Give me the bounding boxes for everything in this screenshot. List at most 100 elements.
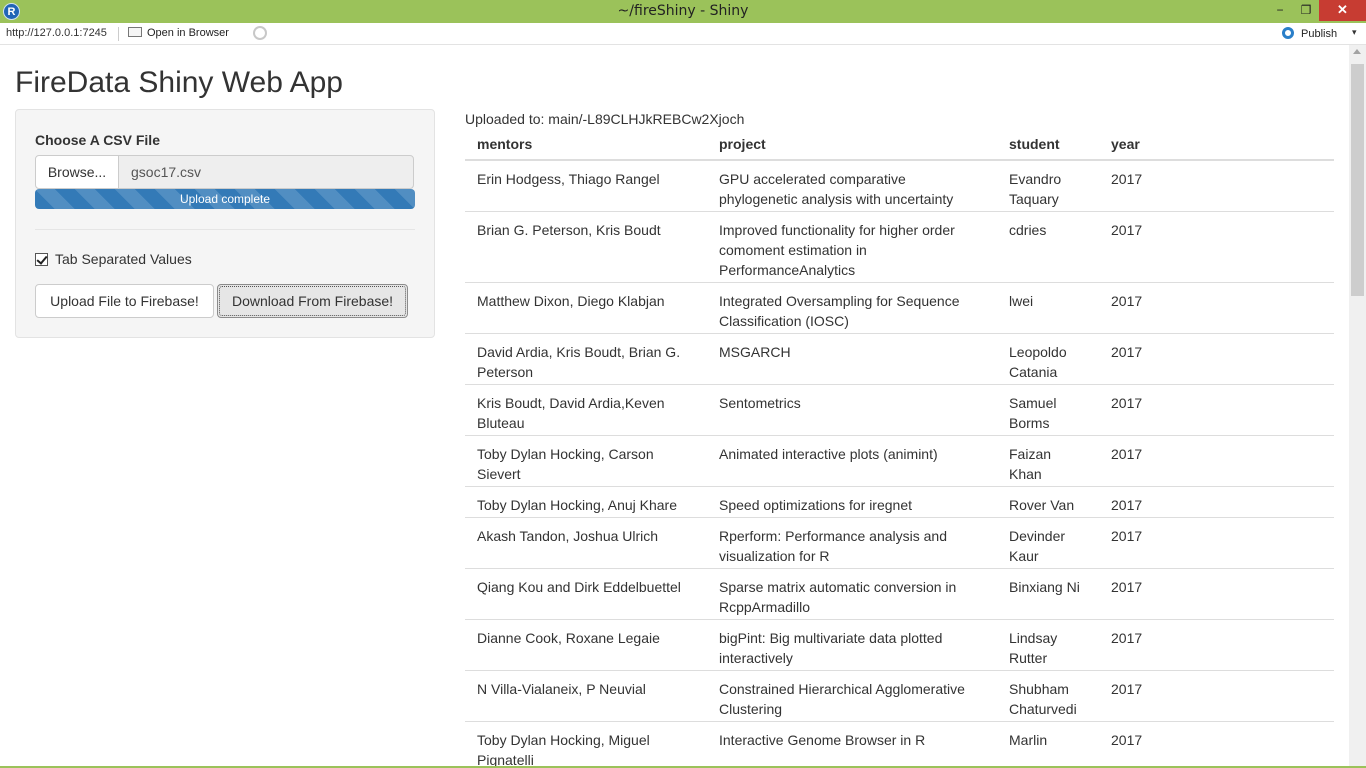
tab-separated-checkbox-row[interactable]: Tab Separated Values bbox=[35, 251, 192, 267]
mentors-cell: Toby Dylan Hocking, Carson Sievert bbox=[465, 435, 707, 487]
mentors-cell: Erin Hodgess, Thiago Rangel bbox=[465, 159, 707, 212]
year-cell: 2017 bbox=[1099, 619, 1334, 671]
table-row: Matthew Dixon, Diego Klabjan Integrated O… bbox=[465, 282, 1334, 334]
viewer-toolbar: http://127.0.0.1:7245 Open in Browser Pu… bbox=[0, 23, 1366, 45]
table-row: Brian G. Peterson, Kris Boudt Improved fu… bbox=[465, 211, 1334, 283]
close-icon[interactable]: ✕ bbox=[1319, 0, 1366, 21]
project-cell: GPU accelerated comparative phylogenetic… bbox=[707, 159, 997, 212]
vertical-scrollbar[interactable] bbox=[1349, 45, 1366, 766]
year-cell: 2017 bbox=[1099, 435, 1334, 487]
tab-separated-checkbox[interactable] bbox=[35, 253, 48, 266]
student-cell: lwei bbox=[997, 282, 1099, 334]
publish-label: Publish bbox=[1301, 28, 1338, 40]
project-cell: Interactive Genome Browser in R bbox=[707, 721, 997, 766]
mentors-cell: Akash Tandon, Joshua Ulrich bbox=[465, 517, 707, 569]
mentors-cell: Qiang Kou and Dirk Eddelbuettel bbox=[465, 568, 707, 620]
project-cell: bigPint: Big multivariate data plotted i… bbox=[707, 619, 997, 671]
app-viewport: FireData Shiny Web App Choose A CSV File… bbox=[0, 45, 1366, 766]
student-cell: Marlin bbox=[997, 721, 1099, 766]
open-in-browser-button[interactable]: Open in Browser bbox=[128, 27, 229, 39]
column-header-project[interactable]: project bbox=[707, 131, 997, 161]
mentors-cell: David Ardia, Kris Boudt, Brian G. Peters… bbox=[465, 333, 707, 385]
student-cell: Evandro Taquary bbox=[997, 159, 1099, 212]
table-row: Toby Dylan Hocking, Anuj Khare Speed opti… bbox=[465, 486, 1334, 518]
table-body: Erin Hodgess, Thiago Rangel GPU accelerat… bbox=[465, 159, 1334, 766]
table-row: N Villa-Vialaneix, P Neuvial Constrained … bbox=[465, 670, 1334, 722]
tab-separated-label: Tab Separated Values bbox=[55, 251, 192, 267]
project-cell: Sparse matrix automatic conversion in Rc… bbox=[707, 568, 997, 620]
publish-dropdown-chevron-icon[interactable]: ▾ bbox=[1352, 27, 1357, 38]
year-cell: 2017 bbox=[1099, 670, 1334, 722]
browse-button[interactable]: Browse... bbox=[35, 155, 119, 189]
student-cell: Samuel Borms bbox=[997, 384, 1099, 436]
table-row: Akash Tandon, Joshua Ulrich Rperform: Per… bbox=[465, 517, 1334, 569]
table-row: Kris Boudt, David Ardia,Keven Bluteau Sen… bbox=[465, 384, 1334, 436]
mentors-cell: N Villa-Vialaneix, P Neuvial bbox=[465, 670, 707, 722]
sidebar-divider bbox=[35, 229, 415, 230]
student-cell: Rover Van bbox=[997, 486, 1099, 518]
open-in-browser-label: Open in Browser bbox=[147, 27, 229, 39]
year-cell: 2017 bbox=[1099, 568, 1334, 620]
project-cell: Integrated Oversampling for Sequence Cla… bbox=[707, 282, 997, 334]
upload-status-text: Uploaded to: main/-L89CLHJkREBCw2Xjoch bbox=[465, 111, 745, 127]
toolbar-divider bbox=[118, 27, 119, 41]
student-cell: Binxiang Ni bbox=[997, 568, 1099, 620]
year-cell: 2017 bbox=[1099, 384, 1334, 436]
mentors-cell: Kris Boudt, David Ardia,Keven Bluteau bbox=[465, 384, 707, 436]
table-row: Dianne Cook, Roxane Legaie bigPint: Big m… bbox=[465, 619, 1334, 671]
year-cell: 2017 bbox=[1099, 721, 1334, 766]
file-name-field[interactable]: gsoc17.csv bbox=[118, 155, 414, 189]
upload-to-firebase-button[interactable]: Upload File to Firebase! bbox=[35, 284, 214, 318]
student-cell: Devinder Kaur bbox=[997, 517, 1099, 569]
refresh-icon[interactable] bbox=[253, 26, 267, 40]
mentors-cell: Toby Dylan Hocking, Miguel Pignatelli bbox=[465, 721, 707, 766]
table-header-row: mentors project student year bbox=[465, 131, 1334, 161]
mentors-cell: Toby Dylan Hocking, Anuj Khare bbox=[465, 486, 707, 518]
project-cell: Speed optimizations for iregnet bbox=[707, 486, 997, 518]
project-cell: MSGARCH bbox=[707, 333, 997, 385]
project-cell: Constrained Hierarchical Agglomerative C… bbox=[707, 670, 997, 722]
table-row: Erin Hodgess, Thiago Rangel GPU accelerat… bbox=[465, 159, 1334, 212]
window-title-bar: R ~/fireShiny - Shiny − ❐ ✕ bbox=[0, 0, 1366, 23]
download-from-firebase-button[interactable]: Download From Firebase! bbox=[217, 284, 408, 318]
minimize-icon[interactable]: − bbox=[1267, 0, 1293, 21]
upload-progress-bar: Upload complete bbox=[35, 189, 415, 209]
sidebar-panel: Choose A CSV File Browse... gsoc17.csv U… bbox=[15, 109, 435, 338]
table-row: Qiang Kou and Dirk Eddelbuettel Sparse ma… bbox=[465, 568, 1334, 620]
column-header-year[interactable]: year bbox=[1099, 131, 1334, 161]
project-cell: Rperform: Performance analysis and visua… bbox=[707, 517, 997, 569]
student-cell: Lindsay Rutter bbox=[997, 619, 1099, 671]
column-header-mentors[interactable]: mentors bbox=[465, 131, 707, 161]
browser-window-icon bbox=[128, 27, 142, 37]
page-title: FireData Shiny Web App bbox=[15, 66, 343, 99]
year-cell: 2017 bbox=[1099, 159, 1334, 212]
project-cell: Sentometrics bbox=[707, 384, 997, 436]
project-cell: Animated interactive plots (animint) bbox=[707, 435, 997, 487]
year-cell: 2017 bbox=[1099, 211, 1334, 283]
year-cell: 2017 bbox=[1099, 517, 1334, 569]
table-row: Toby Dylan Hocking, Miguel Pignatelli Int… bbox=[465, 721, 1334, 766]
year-cell: 2017 bbox=[1099, 333, 1334, 385]
year-cell: 2017 bbox=[1099, 486, 1334, 518]
year-cell: 2017 bbox=[1099, 282, 1334, 334]
publish-icon bbox=[1282, 27, 1296, 39]
student-cell: Leopoldo Catania bbox=[997, 333, 1099, 385]
mentors-cell: Brian G. Peterson, Kris Boudt bbox=[465, 211, 707, 283]
student-cell: Shubham Chaturvedi bbox=[997, 670, 1099, 722]
publish-button[interactable]: Publish bbox=[1282, 27, 1337, 40]
restore-icon[interactable]: ❐ bbox=[1293, 0, 1319, 21]
data-table: mentors project student year Erin Hodges… bbox=[465, 131, 1334, 766]
student-cell: cdries bbox=[997, 211, 1099, 283]
file-input-label: Choose A CSV File bbox=[35, 132, 160, 148]
student-cell: Faizan Khan bbox=[997, 435, 1099, 487]
column-header-student[interactable]: student bbox=[997, 131, 1099, 161]
scrollbar-thumb[interactable] bbox=[1351, 64, 1364, 296]
project-cell: Improved functionality for higher order … bbox=[707, 211, 997, 283]
window-title: ~/fireShiny - Shiny bbox=[617, 3, 749, 19]
mentors-cell: Matthew Dixon, Diego Klabjan bbox=[465, 282, 707, 334]
table-row: Toby Dylan Hocking, Carson Sievert Animat… bbox=[465, 435, 1334, 487]
url-label: http://127.0.0.1:7245 bbox=[6, 27, 107, 39]
scroll-up-arrow-icon[interactable] bbox=[1353, 49, 1361, 54]
table-row: David Ardia, Kris Boudt, Brian G. Peters… bbox=[465, 333, 1334, 385]
mentors-cell: Dianne Cook, Roxane Legaie bbox=[465, 619, 707, 671]
